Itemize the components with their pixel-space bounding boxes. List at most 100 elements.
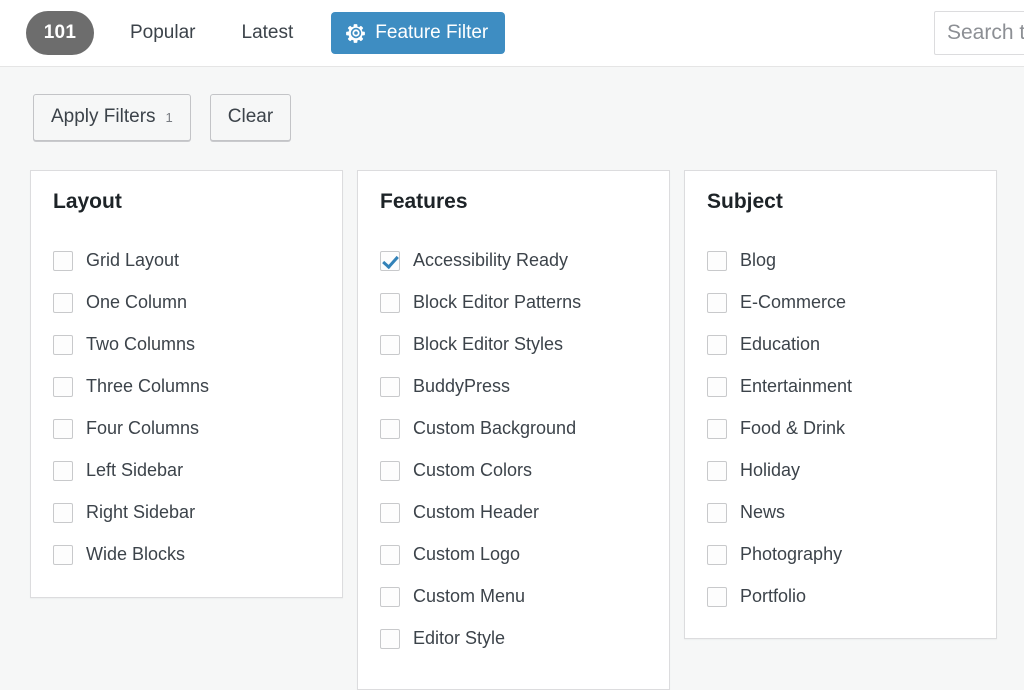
feature-filter-button[interactable]: Feature Filter: [331, 12, 505, 55]
theme-count-badge: 101: [26, 11, 94, 55]
filter-option[interactable]: Photography: [707, 544, 842, 566]
search-input[interactable]: [934, 11, 1024, 55]
filter-option[interactable]: Grid Layout: [53, 250, 179, 272]
filter-item[interactable]: Block Editor Patterns: [380, 282, 647, 324]
checkbox-icon[interactable]: [707, 251, 727, 271]
filter-group-title: Layout: [53, 189, 320, 214]
filter-option-label: BuddyPress: [413, 376, 510, 398]
filter-item[interactable]: Food & Drink: [707, 408, 974, 450]
filter-option[interactable]: One Column: [53, 292, 187, 314]
checkbox-icon[interactable]: [53, 503, 73, 523]
filter-item[interactable]: Custom Background: [380, 408, 647, 450]
filter-item[interactable]: Wide Blocks: [53, 534, 320, 576]
filter-item[interactable]: Accessibility Ready: [380, 240, 647, 282]
filter-option[interactable]: Two Columns: [53, 334, 195, 356]
filter-item[interactable]: News: [707, 492, 974, 534]
filter-option[interactable]: Right Sidebar: [53, 502, 195, 524]
filter-option[interactable]: Custom Menu: [380, 586, 525, 608]
filter-option[interactable]: Accessibility Ready: [380, 250, 568, 272]
filter-option[interactable]: Blog: [707, 250, 776, 272]
filter-item[interactable]: Entertainment: [707, 366, 974, 408]
filter-item[interactable]: Two Columns: [53, 324, 320, 366]
filter-item[interactable]: E-Commerce: [707, 282, 974, 324]
filter-option[interactable]: E-Commerce: [707, 292, 846, 314]
checkbox-icon[interactable]: [380, 503, 400, 523]
filter-item[interactable]: Custom Colors: [380, 450, 647, 492]
filter-item[interactable]: Education: [707, 324, 974, 366]
filter-item[interactable]: Grid Layout: [53, 240, 320, 282]
checkbox-icon[interactable]: [53, 545, 73, 565]
filter-item[interactable]: BuddyPress: [380, 366, 647, 408]
filter-option[interactable]: Entertainment: [707, 376, 852, 398]
filter-item[interactable]: Blog: [707, 240, 974, 282]
filter-option-label: Photography: [740, 544, 842, 566]
checkbox-icon[interactable]: [707, 293, 727, 313]
filter-option[interactable]: Holiday: [707, 460, 800, 482]
filter-group-subject: Subject Blog E-Commerce Education Entert…: [684, 170, 997, 639]
filter-list-layout: Grid Layout One Column Two Columns Three…: [53, 240, 320, 576]
filter-option[interactable]: News: [707, 502, 785, 524]
checkbox-icon[interactable]: [380, 461, 400, 481]
filter-item[interactable]: Photography: [707, 534, 974, 576]
checkbox-icon[interactable]: [707, 503, 727, 523]
filter-option[interactable]: Custom Header: [380, 502, 539, 524]
checkbox-icon[interactable]: [380, 545, 400, 565]
filter-option[interactable]: Editor Style: [380, 628, 505, 650]
filter-option[interactable]: Custom Logo: [380, 544, 520, 566]
filter-item[interactable]: Editor Style: [380, 618, 647, 660]
checkbox-icon[interactable]: [380, 293, 400, 313]
filter-option[interactable]: Portfolio: [707, 586, 806, 608]
filter-item[interactable]: Holiday: [707, 450, 974, 492]
filter-item[interactable]: Block Editor Styles: [380, 324, 647, 366]
checkbox-icon[interactable]: [53, 335, 73, 355]
checkbox-icon[interactable]: [380, 629, 400, 649]
checkbox-icon[interactable]: [707, 377, 727, 397]
checkbox-icon[interactable]: [380, 377, 400, 397]
filter-option[interactable]: BuddyPress: [380, 376, 510, 398]
checkbox-icon[interactable]: [380, 335, 400, 355]
checkbox-icon[interactable]: [53, 251, 73, 271]
clear-filters-button[interactable]: Clear: [210, 94, 291, 141]
checkbox-icon[interactable]: [53, 293, 73, 313]
filter-list-subject: Blog E-Commerce Education Entertainment …: [707, 240, 974, 618]
filter-option-label: Three Columns: [86, 376, 209, 398]
checkbox-icon[interactable]: [53, 461, 73, 481]
filter-option[interactable]: Four Columns: [53, 418, 199, 440]
filter-option[interactable]: Wide Blocks: [53, 544, 185, 566]
filter-item[interactable]: Custom Logo: [380, 534, 647, 576]
checkbox-icon[interactable]: [707, 587, 727, 607]
filter-option[interactable]: Custom Colors: [380, 460, 532, 482]
checkbox-icon-checked[interactable]: [380, 251, 400, 271]
filter-option[interactable]: Block Editor Styles: [380, 334, 563, 356]
filter-item[interactable]: One Column: [53, 282, 320, 324]
filter-option[interactable]: Education: [707, 334, 820, 356]
filter-option[interactable]: Food & Drink: [707, 418, 845, 440]
filter-option[interactable]: Custom Background: [380, 418, 576, 440]
checkbox-icon[interactable]: [53, 419, 73, 439]
checkbox-icon[interactable]: [707, 461, 727, 481]
apply-filters-button[interactable]: Apply Filters 1: [33, 94, 191, 141]
filter-option[interactable]: Block Editor Patterns: [380, 292, 581, 314]
search-container: [934, 11, 1024, 55]
filter-item[interactable]: Custom Header: [380, 492, 647, 534]
checkbox-icon[interactable]: [707, 335, 727, 355]
filter-option-label: Custom Colors: [413, 460, 532, 482]
checkbox-icon[interactable]: [707, 419, 727, 439]
filter-option-label: Four Columns: [86, 418, 199, 440]
checkbox-icon[interactable]: [380, 419, 400, 439]
filter-option[interactable]: Left Sidebar: [53, 460, 183, 482]
checkbox-icon[interactable]: [380, 587, 400, 607]
filter-option[interactable]: Three Columns: [53, 376, 209, 398]
filter-item[interactable]: Right Sidebar: [53, 492, 320, 534]
filter-item[interactable]: Custom Menu: [380, 576, 647, 618]
filter-item[interactable]: Four Columns: [53, 408, 320, 450]
checkbox-icon[interactable]: [707, 545, 727, 565]
nav-link-popular[interactable]: Popular: [120, 14, 206, 53]
filter-item[interactable]: Portfolio: [707, 576, 974, 618]
filter-group-title: Subject: [707, 189, 974, 214]
filter-item[interactable]: Three Columns: [53, 366, 320, 408]
filter-option-label: Custom Menu: [413, 586, 525, 608]
filter-item[interactable]: Left Sidebar: [53, 450, 320, 492]
checkbox-icon[interactable]: [53, 377, 73, 397]
nav-link-latest[interactable]: Latest: [232, 14, 304, 53]
